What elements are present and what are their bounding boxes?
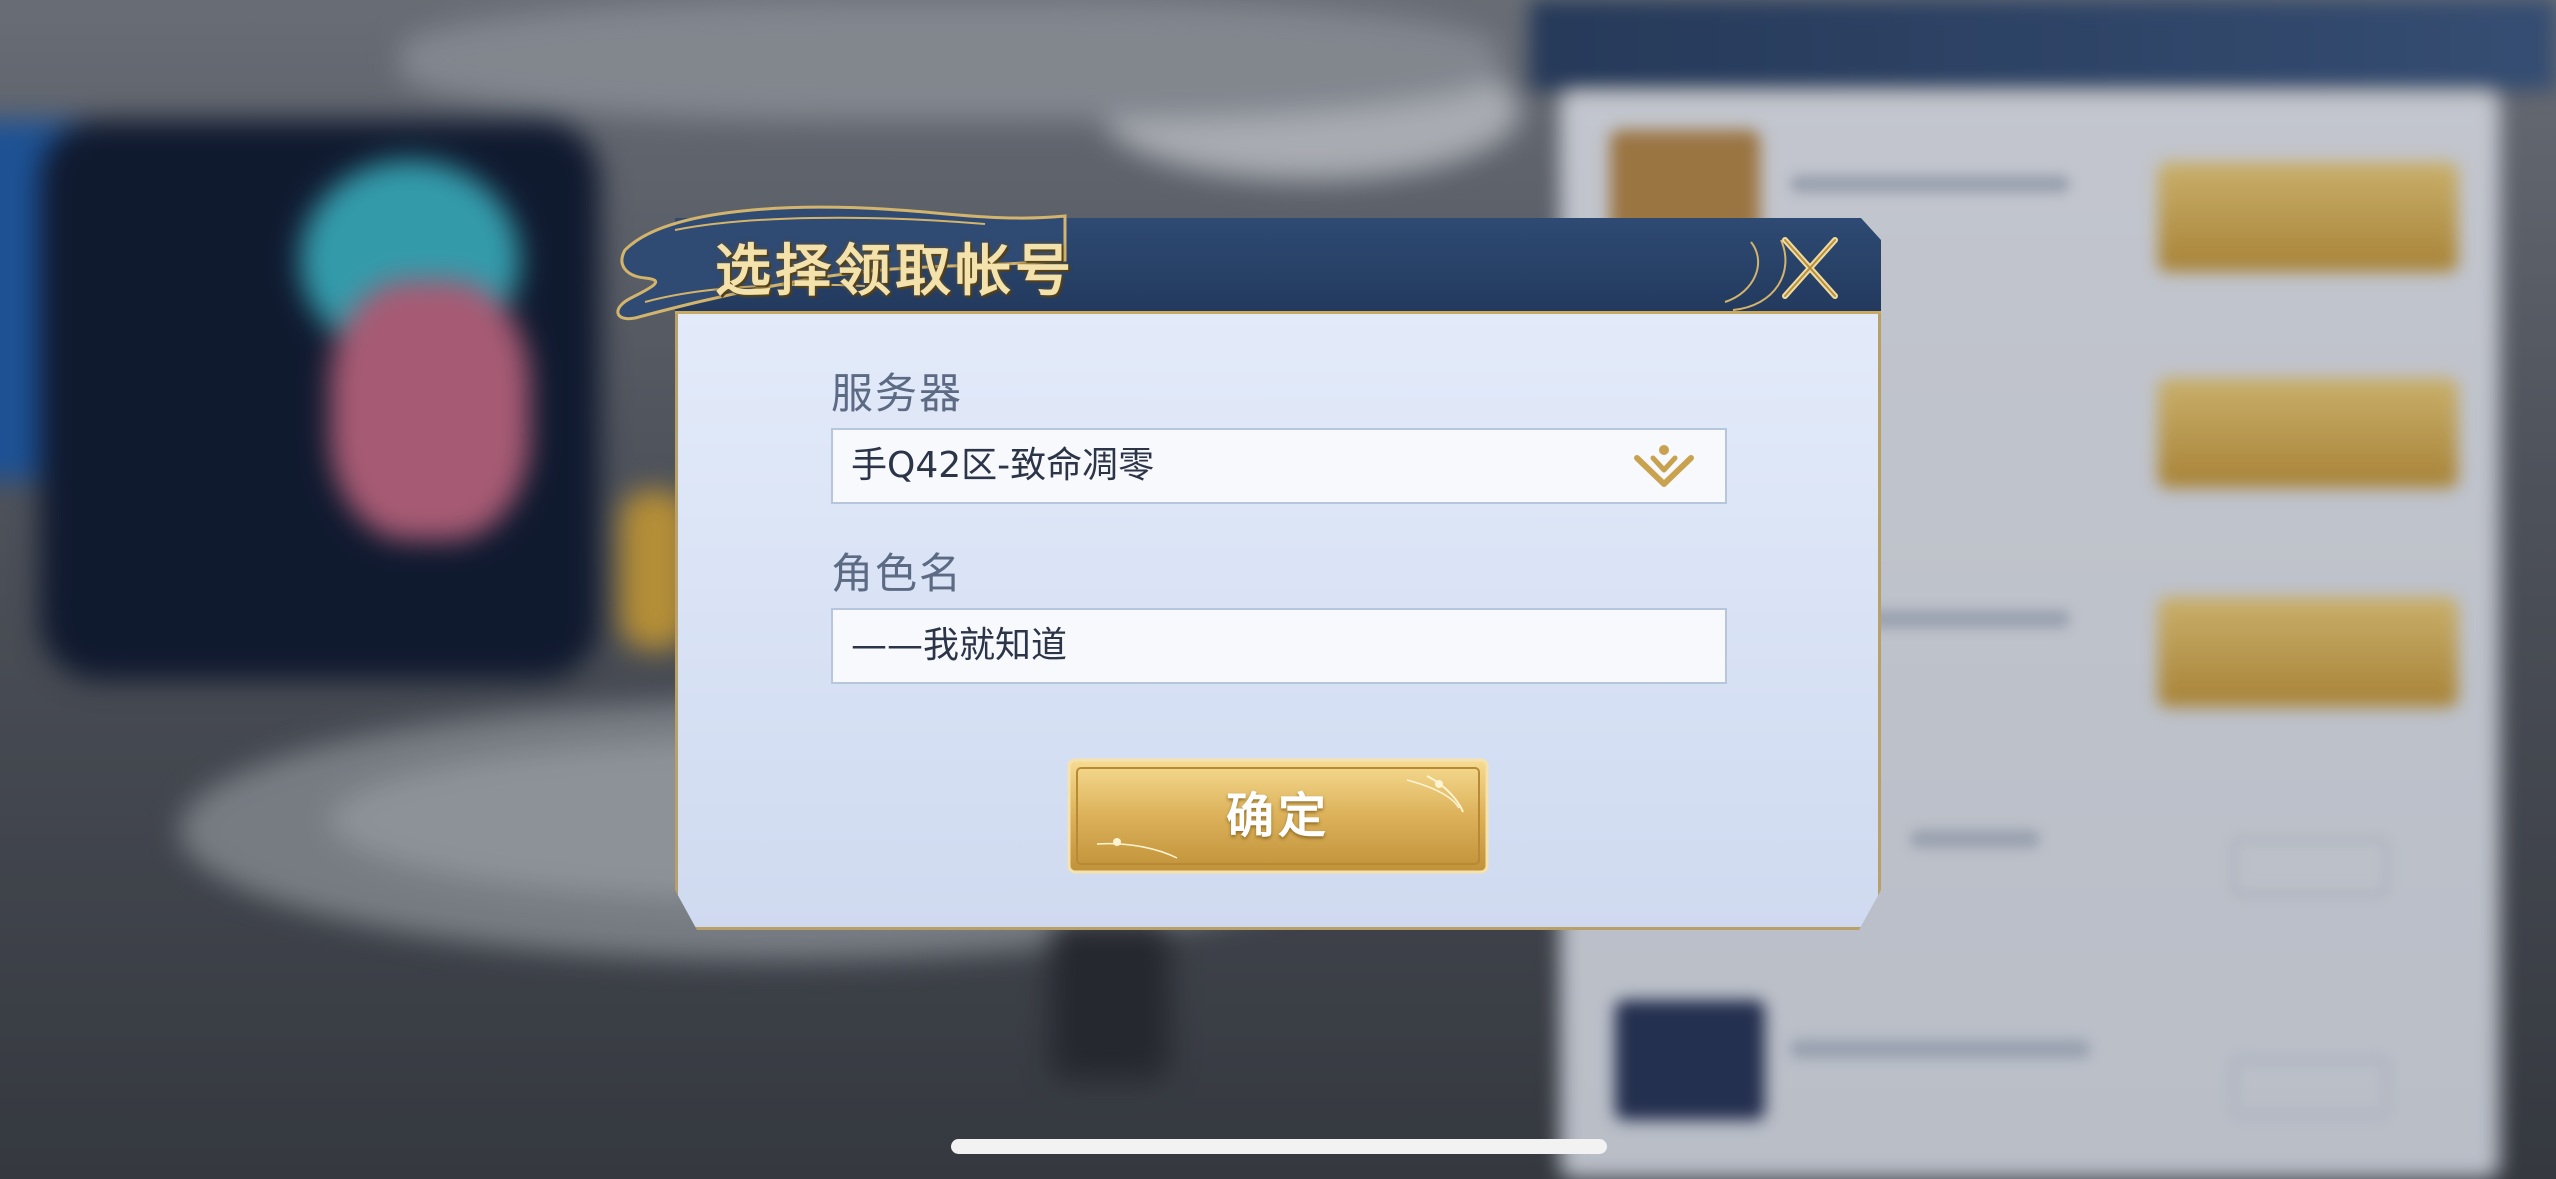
confirm-button[interactable]: 确定 <box>1067 758 1489 874</box>
server-select[interactable]: 手Q42区-致命凋零 <box>831 428 1727 504</box>
close-icon[interactable] <box>1765 228 1855 308</box>
confirm-button-label: 确定 <box>1225 788 1330 844</box>
close-button[interactable] <box>1765 228 1855 308</box>
role-label: 角色名 <box>831 549 964 598</box>
chevron-down-icon[interactable] <box>1631 444 1697 492</box>
role-name-value: ——我就知道 <box>851 625 1068 666</box>
select-account-dialog: 选择领取帐号 服务器 手Q42区-致命凋零 角色名 ——我就知道 确定 <box>616 205 1881 930</box>
server-label: 服务器 <box>831 369 964 418</box>
server-select-value: 手Q42区-致命凋零 <box>851 445 1155 486</box>
dialog-title: 选择领取帐号 <box>715 238 1075 304</box>
home-indicator[interactable] <box>951 1139 1607 1154</box>
role-name-field[interactable]: ——我就知道 <box>831 608 1727 684</box>
game-scene: 选择领取帐号 服务器 手Q42区-致命凋零 角色名 ——我就知道 确定 <box>0 0 2556 1179</box>
